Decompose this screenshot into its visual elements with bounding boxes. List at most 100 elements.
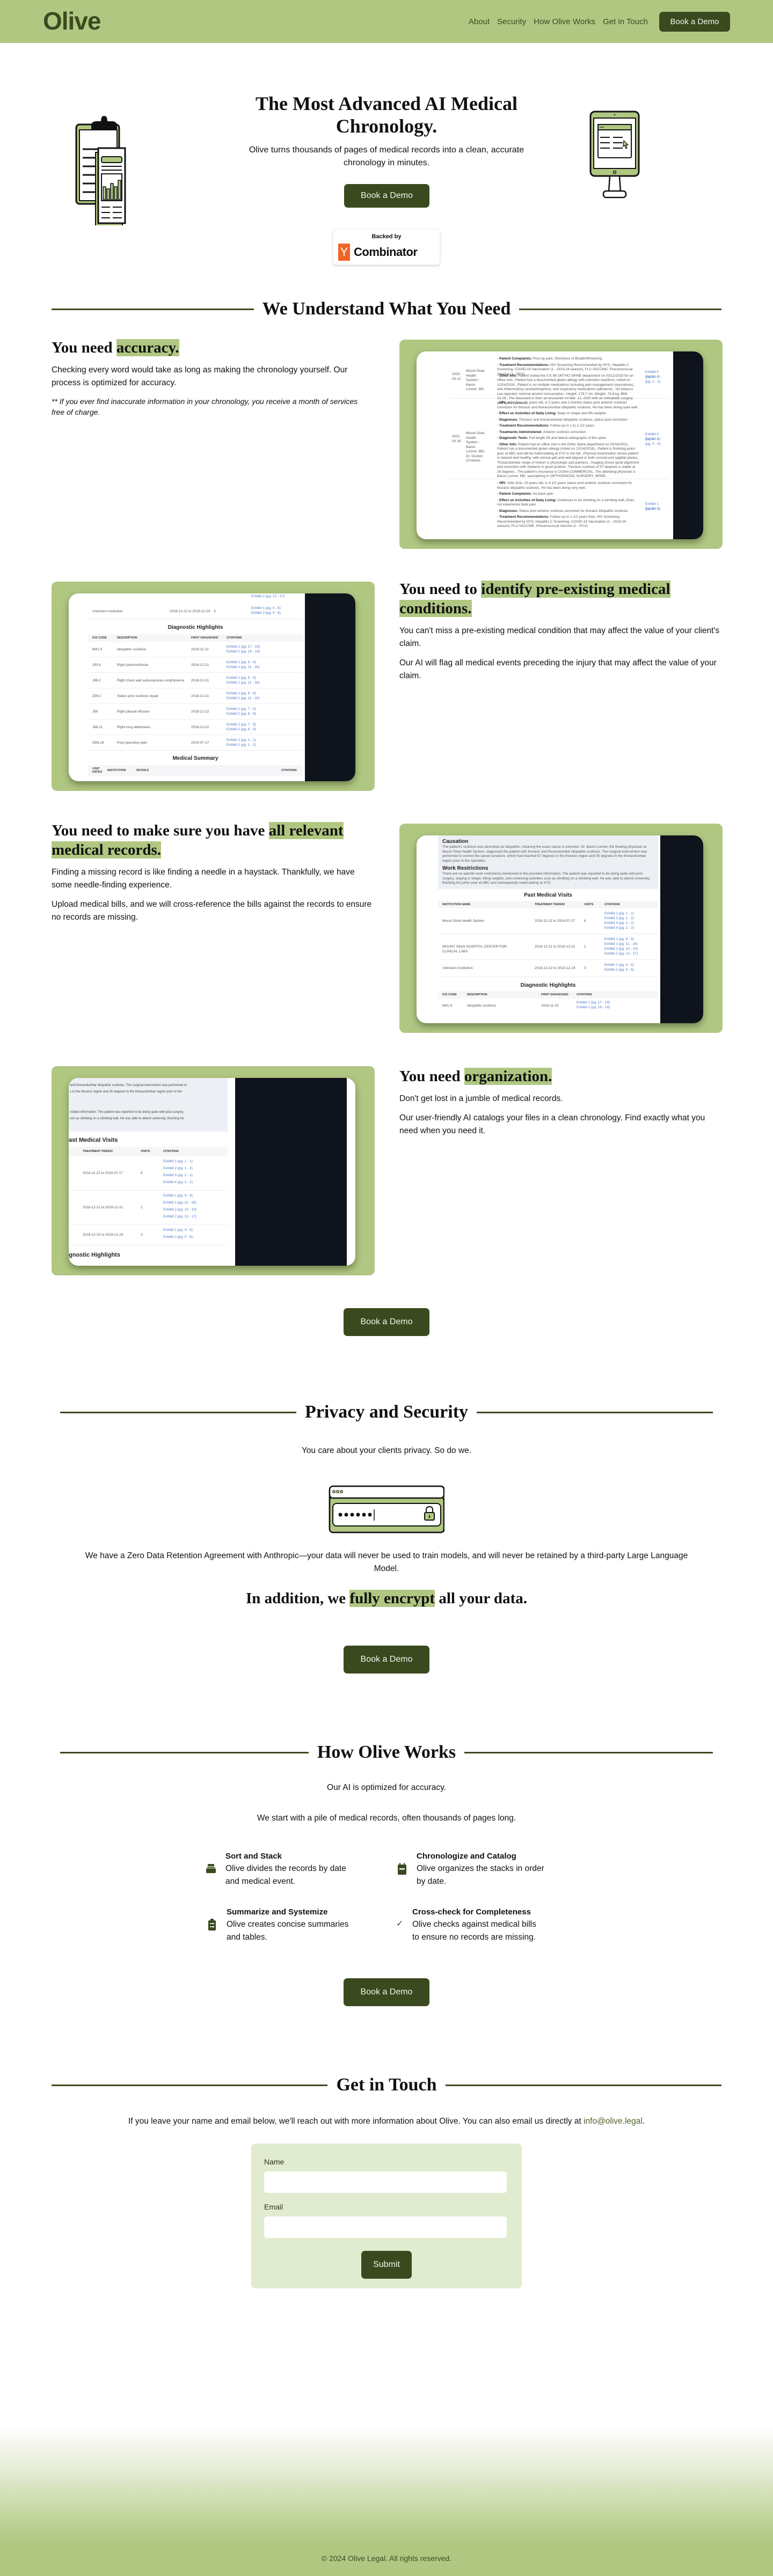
privacy-body: We have a Zero Data Retention Agreement … bbox=[85, 1551, 688, 1573]
visit-date: 2021-03-16 bbox=[452, 435, 461, 443]
name-input[interactable] bbox=[264, 2171, 507, 2193]
nav-how-olive-works[interactable]: How Olive Works bbox=[534, 17, 595, 26]
citation-link[interactable]: Exhibit 1 (pg. 1 - 1) bbox=[227, 738, 269, 743]
citation-link[interactable]: Exhibit 2 (pg. 12 - 17) bbox=[604, 952, 647, 957]
submit-button[interactable]: Submit bbox=[361, 2251, 412, 2279]
logo[interactable]: Olive bbox=[43, 6, 101, 35]
citation-link[interactable]: Exhibit 1 (pg. 9 - 9) bbox=[604, 937, 647, 942]
screenshot-diagnostic-highlights: Exhibit 2 (pg. 12 - 17) Unknown instituti… bbox=[52, 582, 375, 791]
citation-link[interactable]: Exhibit 4 (pg. 3 - 4) bbox=[645, 437, 665, 446]
contact-intro-suffix: . bbox=[642, 2117, 645, 2126]
citation-link[interactable]: Exhibit 1 (pg. 11 - 16) bbox=[227, 696, 269, 701]
citation-link[interactable]: Exhibit 1 (pg. 11 - 16) bbox=[227, 665, 269, 670]
description: Right pleural effusion bbox=[117, 710, 150, 714]
citation-link[interactable]: Exhibit 2 (pg. 10 - 10) bbox=[163, 1208, 196, 1213]
how-book-demo-button[interactable]: Book a Demo bbox=[344, 1978, 429, 2006]
citation-link[interactable]: Exhibit 1 (pg. 4 - 5) bbox=[251, 606, 294, 611]
feature-accuracy: You need accuracy. Checking every word w… bbox=[52, 338, 368, 417]
table-header: ICD CODE DESCRIPTION FIRST DIAGNOSED CITATI… bbox=[88, 634, 303, 642]
column-header: TREATMENT PERIOD bbox=[83, 1150, 113, 1153]
citation-link[interactable]: Exhibit 2 (pg. 5 - 6) bbox=[163, 1235, 193, 1240]
citation-link[interactable]: Exhibit 2 (pg. 1 - 2) bbox=[227, 743, 269, 748]
divider-line bbox=[445, 2084, 722, 2086]
detail-item: · Effect on Activities of Daily Living: … bbox=[497, 498, 635, 507]
screenshot-chronology-summary: 2020-03-12 Mount Sinai Health System - Ba… bbox=[399, 340, 723, 549]
description: Right pneumothorax bbox=[117, 663, 149, 667]
first-diagnosed: 2018-11-22 bbox=[541, 1004, 559, 1008]
citation-link[interactable]: Exhibit 1 (pg. 17 - 19) bbox=[227, 645, 269, 650]
citation-link[interactable]: Exhibit 1 (pg. 11 - 16) bbox=[604, 942, 647, 947]
nav-get-in-touch[interactable]: Get in Touch bbox=[603, 17, 648, 26]
nav-about[interactable]: About bbox=[469, 17, 490, 26]
citation-link[interactable]: Exhibit 2 (pg. 18 - 19) bbox=[577, 1006, 619, 1010]
citation-link[interactable]: Exhibit 2 bbox=[645, 507, 665, 512]
feature-title-prefix: You need bbox=[399, 1068, 464, 1085]
first-diagnosed: 2024-07-17 bbox=[191, 741, 209, 745]
institution: Mount Sinai Health System - Baron Lonner… bbox=[466, 369, 485, 391]
citation-link[interactable]: Exhibit 4 (pg. 2 - 2) bbox=[163, 1180, 193, 1185]
contact-email-link[interactable]: info@olive.legal bbox=[584, 2117, 643, 2126]
detail-item: · Other Info: Patient had an office visi… bbox=[497, 442, 639, 479]
citation-link[interactable]: Exhibit 1 (pg. 9 - 9) bbox=[227, 692, 269, 696]
citation-link[interactable]: Exhibit 1 (pg. 1 - 1) bbox=[163, 1159, 193, 1164]
detail-item: · Diagnoses: Thoracic and thoracolumbar … bbox=[497, 417, 628, 422]
understand-book-demo-button[interactable]: Book a Demo bbox=[344, 1308, 429, 1336]
citation-link[interactable]: Exhibit 1 (pg. 4 - 5) bbox=[604, 963, 647, 968]
citation-link[interactable]: Exhibit 1 (pg. 4 - 5) bbox=[163, 1228, 193, 1233]
column-header: DETAILS bbox=[136, 769, 149, 772]
citation-link[interactable]: Exhibit 2 (pg. 1 - 2) bbox=[163, 1166, 193, 1171]
citation-link[interactable]: Exhibit 2 (pg. 8 - 9) bbox=[227, 712, 269, 717]
column-header: CITATIONS bbox=[577, 993, 592, 996]
citation-link[interactable]: Exhibit 1 (pg. 7 - 8) bbox=[227, 723, 269, 728]
citation-link[interactable]: Exhibit 2 (pg. 5 - 6) bbox=[251, 611, 294, 616]
table-header: INSTITUTION NAME TREATMENT PERIOD VISITS CI… bbox=[438, 901, 658, 908]
step-title: Chronologize and Catalog bbox=[417, 1852, 516, 1861]
work-restrictions-text: There are no specific work restrictions … bbox=[442, 872, 651, 885]
detail-item: · Treatment Recommendations: Follow-up i… bbox=[497, 515, 626, 528]
hero-book-demo-button[interactable]: Book a Demo bbox=[344, 184, 429, 208]
column-header: FIRST DIAGNOSED bbox=[541, 993, 568, 996]
section-title: Privacy and Security bbox=[304, 1402, 469, 1422]
table-header: ICD CODE DESCRIPTION FIRST DIAGNOSED CITATI… bbox=[438, 991, 658, 999]
citation-link[interactable]: Exhibit 1 (pg. 7 - 8) bbox=[227, 707, 269, 712]
check-icon: ✓ bbox=[396, 1919, 404, 1928]
citation-link[interactable]: Exhibit 1 (pg. 11 - 16) bbox=[227, 681, 269, 686]
email-input[interactable] bbox=[264, 2217, 507, 2238]
yc-logo-icon: Y bbox=[338, 244, 350, 261]
table-header: VISIT DATES INSTITUTION DETAILS CITATIONS bbox=[88, 765, 303, 776]
nav-security[interactable]: Security bbox=[497, 17, 526, 26]
citation-link[interactable]: Exhibit 4 (pg. 2 - 2) bbox=[604, 926, 647, 931]
citation-link[interactable]: Exhibit 1 (pg. 1 - 1) bbox=[604, 912, 647, 916]
citation-link[interactable]: Exhibit 2 (pg. 8 - 9) bbox=[227, 728, 269, 732]
icd-code: M41.9 bbox=[92, 648, 103, 651]
column-header: CITATIONS bbox=[281, 769, 297, 772]
citation-link[interactable]: Exhibit 6 (pg. 1 - 2) bbox=[645, 375, 665, 384]
citation-link[interactable]: Exhibit 1 (pg. 11 - 16) bbox=[163, 1201, 196, 1206]
institution-name: MOUNT SINAI HOSPITAL CENTER FOR CLINICAL… bbox=[442, 945, 507, 953]
detail-item: · Effect on Activities of Daily Living: … bbox=[497, 412, 607, 415]
citation-link[interactable]: Exhibit 1 (pg. 17 - 19) bbox=[577, 1001, 619, 1006]
app-screen: 2020-03-12 Mount Sinai Health System - Ba… bbox=[417, 351, 703, 539]
citation-link[interactable]: Exhibit 2 (pg. 1 - 2) bbox=[604, 916, 647, 921]
calendar-icon bbox=[396, 1862, 408, 1875]
nav-book-demo-button[interactable]: Book a Demo bbox=[659, 12, 730, 32]
citation-link[interactable]: Exhibit 2 (pg. 18 - 19) bbox=[227, 650, 269, 655]
citation-link[interactable]: Exhibit 1 (pg. 9 - 9) bbox=[163, 1194, 193, 1199]
citation-link[interactable]: Exhibit 3 (pg. 2 - 2) bbox=[604, 921, 647, 926]
citation-link[interactable]: Exhibit 2 (pg. 12 - 17) bbox=[163, 1215, 196, 1220]
citation-link[interactable]: Exhibit 1 (pg. 9 - 9) bbox=[227, 660, 269, 665]
yc-badge[interactable]: Backed by Y Combinator bbox=[333, 229, 440, 265]
citation-link[interactable]: Exhibit 2 (pg. 12 - 17) bbox=[251, 595, 294, 599]
clipboard-list-icon bbox=[206, 1918, 218, 1931]
citation-link[interactable]: Exhibit 2 (pg. 5 - 6) bbox=[604, 968, 647, 973]
causation-text: The patient's scoliosis was described as… bbox=[442, 845, 647, 863]
citation-link[interactable]: Exhibit 1 (pg. 9 - 9) bbox=[227, 676, 269, 681]
how-subtitle: Our AI is optimized for accuracy. bbox=[327, 1783, 446, 1792]
how-section-heading: How Olive Works bbox=[60, 1742, 713, 1763]
screenshot-past-medical-visits: Causation The patient's scoliosis was des… bbox=[399, 824, 723, 1033]
citation-link[interactable]: Exhibit 3 (pg. 2 - 2) bbox=[163, 1173, 193, 1178]
citation-link[interactable]: Exhibit 2 (pg. 10 - 10) bbox=[604, 947, 647, 952]
column-header: TREATMENT PERIOD bbox=[535, 903, 565, 906]
privacy-book-demo-button[interactable]: Book a Demo bbox=[344, 1646, 429, 1674]
icd-code: J90 bbox=[92, 710, 98, 714]
